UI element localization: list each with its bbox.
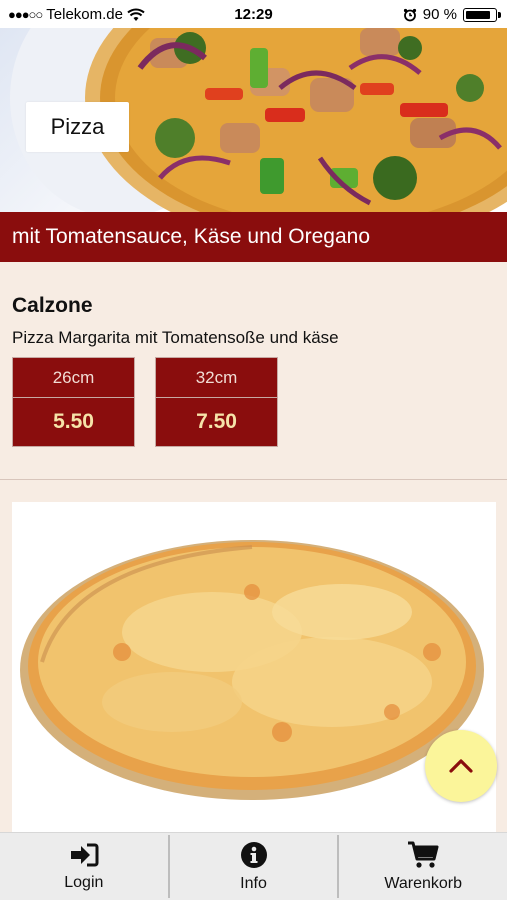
battery-icon: [463, 7, 501, 22]
battery-percent: 90 %: [422, 6, 457, 23]
chevron-up-icon: [449, 759, 473, 773]
shopping-cart-icon: [408, 841, 439, 868]
tab-info[interactable]: Info: [170, 833, 338, 900]
tab-info-label: Info: [240, 874, 267, 892]
sign-in-icon: [70, 843, 99, 866]
size-price: 5.50: [53, 410, 94, 433]
section-divider: [0, 479, 507, 480]
size-label: 26cm: [13, 358, 134, 398]
info-circle-icon: [240, 841, 267, 868]
tab-cart-label: Warenkorb: [384, 874, 462, 892]
tab-login-label: Login: [64, 873, 104, 891]
status-bar: ●●●○○ Telekom.de 12:29 90 %: [0, 0, 507, 28]
category-title: Pizza: [26, 102, 129, 152]
size-option-button-32cm[interactable]: 32cm 7.50: [155, 357, 278, 447]
tab-cart[interactable]: Warenkorb: [339, 833, 507, 900]
bottom-tab-bar: Login Info Warenkorb: [0, 832, 507, 900]
product-name: Calzone: [12, 294, 93, 317]
tab-login[interactable]: Login: [0, 833, 168, 900]
product-description: Pizza Margarita mit Tomatensoße und käse: [12, 328, 339, 347]
alarm-clock-icon: [403, 8, 416, 21]
category-hero[interactable]: Pizza: [0, 28, 507, 212]
size-price: 7.50: [196, 410, 237, 433]
size-option-button-26cm[interactable]: 26cm 5.50: [12, 357, 135, 447]
product-image[interactable]: [12, 502, 496, 832]
scroll-to-top-button[interactable]: [425, 730, 497, 802]
pizza-photo: [20, 540, 484, 800]
size-label: 32cm: [156, 358, 277, 398]
category-description: mit Tomatensauce, Käse und Oregano: [0, 212, 507, 262]
product-item: Calzone Pizza Margarita mit Tomatensoße …: [0, 262, 507, 480]
status-right: 90 %: [403, 6, 501, 23]
